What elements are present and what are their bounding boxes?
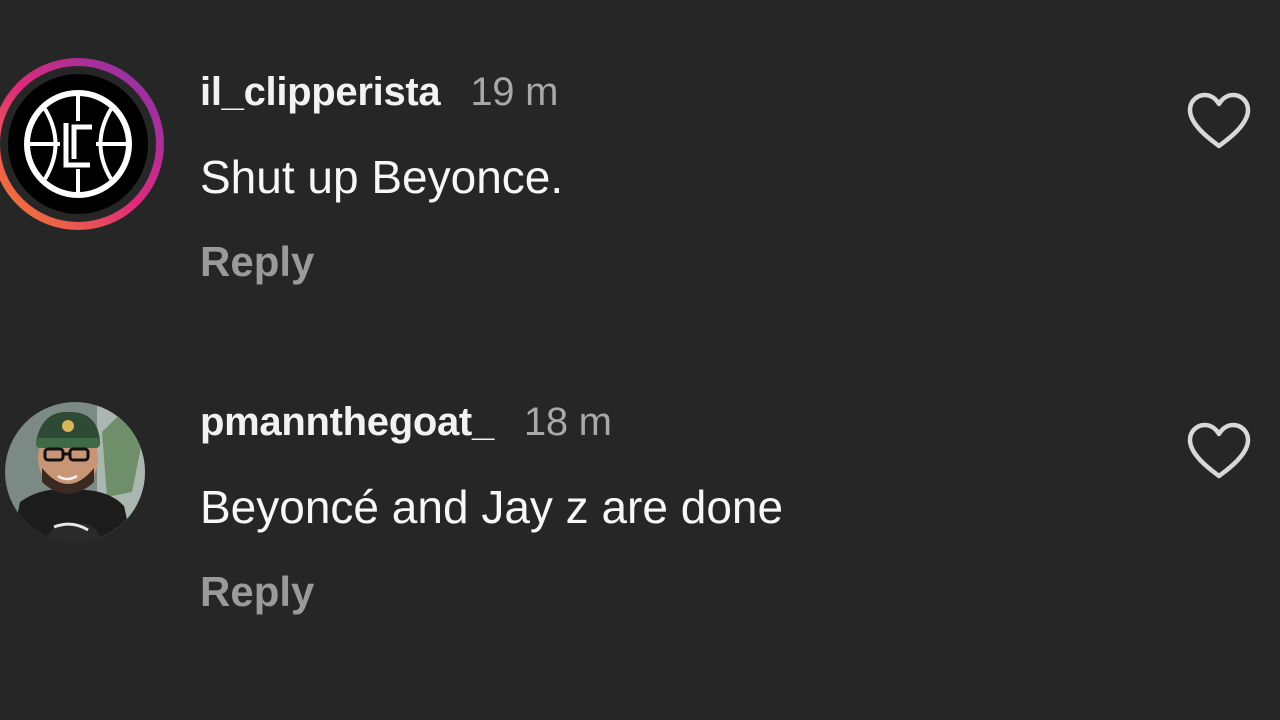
person-photo-avatar bbox=[5, 402, 145, 542]
comment-header: il_clipperista 19 m bbox=[200, 70, 558, 115]
timestamp: 19 m bbox=[470, 70, 559, 114]
heart-outline-icon bbox=[1187, 92, 1251, 149]
like-button[interactable] bbox=[1186, 92, 1252, 152]
timestamp: 18 m bbox=[523, 400, 612, 444]
avatar[interactable] bbox=[0, 57, 164, 231]
reply-button[interactable]: Reply bbox=[200, 238, 314, 286]
like-button[interactable] bbox=[1186, 422, 1252, 482]
comment-item: il_clipperista 19 m Shut up Beyonce. Repl… bbox=[0, 0, 1280, 300]
comment-header: pmannthegoat_ 18 m bbox=[200, 400, 612, 445]
avatar[interactable] bbox=[2, 402, 148, 542]
comment-text: Beyoncé and Jay z are done bbox=[200, 481, 784, 533]
comment-item: pmannthegoat_ 18 m Beyoncé and Jay z are … bbox=[0, 330, 1280, 630]
username[interactable]: il_clipperista bbox=[200, 70, 441, 114]
clippers-logo-icon bbox=[0, 58, 164, 230]
heart-outline-icon bbox=[1187, 422, 1251, 479]
reply-button[interactable]: Reply bbox=[200, 568, 314, 616]
comment-text: Shut up Beyonce. bbox=[200, 151, 564, 203]
username[interactable]: pmannthegoat_ bbox=[200, 400, 494, 444]
